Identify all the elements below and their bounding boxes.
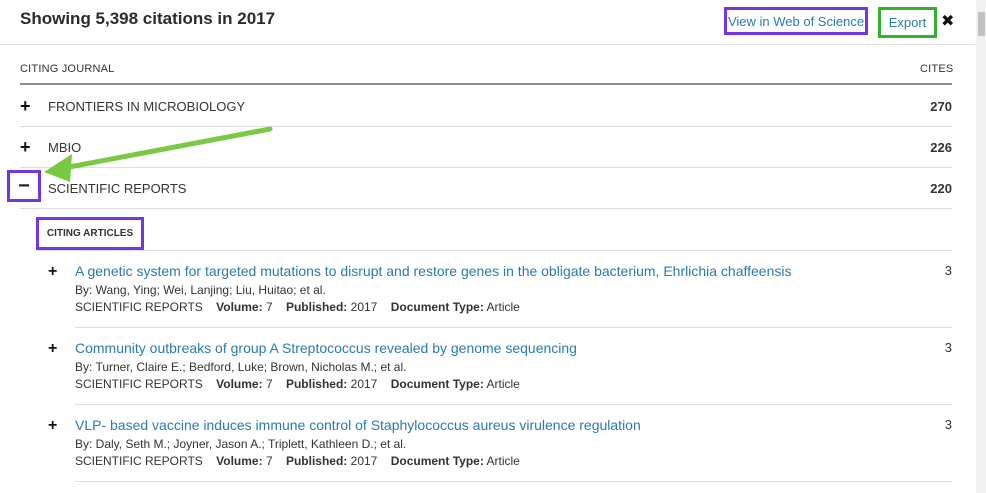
article-meta: SCIENTIFIC REPORTS Volume: 7 Published: … [75, 300, 520, 314]
published-label: Published: [285, 377, 348, 391]
article-cites: 3 [944, 417, 952, 432]
article-published: 2017 [350, 454, 378, 468]
list-item: + VLP- based vaccine induces immune cont… [48, 417, 952, 477]
article-meta: SCIENTIFIC REPORTS Volume: 7 Published: … [75, 377, 520, 391]
doctype-label: Document Type: [390, 300, 484, 314]
article-volume: 7 [265, 454, 273, 468]
article-authors: By: Turner, Claire E.; Bedford, Luke; Br… [75, 360, 407, 374]
scrollbar-track[interactable] [976, 0, 986, 493]
arrow-head [44, 154, 72, 182]
volume-label: Volume: [216, 454, 263, 468]
article-journal: SCIENTIFIC REPORTS [75, 454, 203, 468]
article-title-link[interactable]: Community outbreaks of group A Streptoco… [75, 340, 577, 356]
published-label: Published: [285, 454, 348, 468]
row-divider [75, 404, 952, 405]
article-published: 2017 [350, 300, 378, 314]
article-cites: 3 [944, 340, 952, 355]
scrollbar-thumb[interactable] [978, 12, 985, 36]
article-title-link[interactable]: VLP- based vaccine induces immune contro… [75, 417, 641, 433]
citing-articles-label: CITING ARTICLES [36, 217, 144, 250]
published-label: Published: [285, 300, 348, 314]
row-divider [75, 327, 952, 328]
arrow-shaft [61, 126, 273, 171]
article-volume: 7 [265, 300, 273, 314]
expand-icon[interactable]: + [48, 417, 57, 435]
expand-icon[interactable]: + [48, 263, 57, 281]
article-title-link[interactable]: A genetic system for targeted mutations … [75, 263, 791, 279]
subsection-divider [36, 250, 952, 251]
article-journal: SCIENTIFIC REPORTS [75, 300, 203, 314]
article-journal: SCIENTIFIC REPORTS [75, 377, 203, 391]
article-doctype: Article [486, 377, 520, 391]
list-item: + A genetic system for targeted mutation… [48, 263, 952, 323]
volume-label: Volume: [216, 300, 263, 314]
article-meta: SCIENTIFIC REPORTS Volume: 7 Published: … [75, 454, 520, 468]
article-volume: 7 [265, 377, 273, 391]
doctype-label: Document Type: [390, 454, 484, 468]
article-published: 2017 [350, 377, 378, 391]
article-cites: 3 [944, 263, 952, 278]
volume-label: Volume: [216, 377, 263, 391]
article-doctype: Article [486, 300, 520, 314]
expand-icon[interactable]: + [48, 340, 57, 358]
article-authors: By: Daly, Seth M.; Joyner, Jason A.; Tri… [75, 437, 407, 451]
list-item: + Community outbreaks of group A Strepto… [48, 340, 952, 400]
article-authors: By: Wang, Ying; Wei, Lanjing; Liu, Huita… [75, 283, 326, 297]
doctype-label: Document Type: [390, 377, 484, 391]
article-doctype: Article [486, 454, 520, 468]
row-divider [75, 481, 952, 482]
